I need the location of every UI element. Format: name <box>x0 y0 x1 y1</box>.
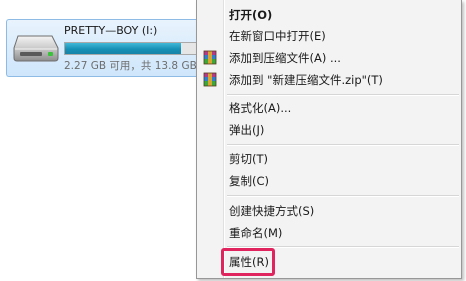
menu-item-open[interactable]: 打开(O) <box>229 5 272 25</box>
properties-highlight-box <box>221 248 275 276</box>
context-menu: 打开(O) 在新窗口中打开(E) 添加到压缩文件(A) ... 添加到 "新建压… <box>196 0 462 279</box>
winrar-archive-icon <box>203 72 217 87</box>
menu-separator <box>227 94 459 96</box>
drive-name: PRETTY—BOY (I:) <box>64 24 158 37</box>
menu-item-copy[interactable]: 复制(C) <box>229 171 269 191</box>
menu-item-add-to-archive[interactable]: 添加到压缩文件(A) ... <box>229 48 341 68</box>
winrar-archive-icon <box>203 50 217 65</box>
drive-usage-fill <box>65 43 181 54</box>
menu-item-rename[interactable]: 重命名(M) <box>229 223 282 243</box>
menu-item-format[interactable]: 格式化(A)... <box>229 98 291 118</box>
usb-drive-icon <box>13 35 59 62</box>
menu-item-add-to-zip[interactable]: 添加到 "新建压缩文件.zip"(T) <box>229 70 383 90</box>
drive-space-text: 2.27 GB 可用，共 13.8 GB <box>64 60 197 72</box>
menu-icon-gutter <box>223 0 225 278</box>
menu-item-open-new-window[interactable]: 在新窗口中打开(E) <box>229 26 326 46</box>
drive-tile[interactable]: PRETTY—BOY (I:) 2.27 GB 可用，共 13.8 GB <box>6 19 204 77</box>
explorer-pane: PRETTY—BOY (I:) 2.27 GB 可用，共 13.8 GB <box>0 0 204 281</box>
menu-item-create-shortcut[interactable]: 创建快捷方式(S) <box>229 201 314 221</box>
menu-separator <box>227 144 459 146</box>
menu-separator <box>227 195 459 197</box>
menu-item-cut[interactable]: 剪切(T) <box>229 149 268 169</box>
drive-usage-bar <box>64 42 204 55</box>
menu-item-eject[interactable]: 弹出(J) <box>229 120 264 140</box>
